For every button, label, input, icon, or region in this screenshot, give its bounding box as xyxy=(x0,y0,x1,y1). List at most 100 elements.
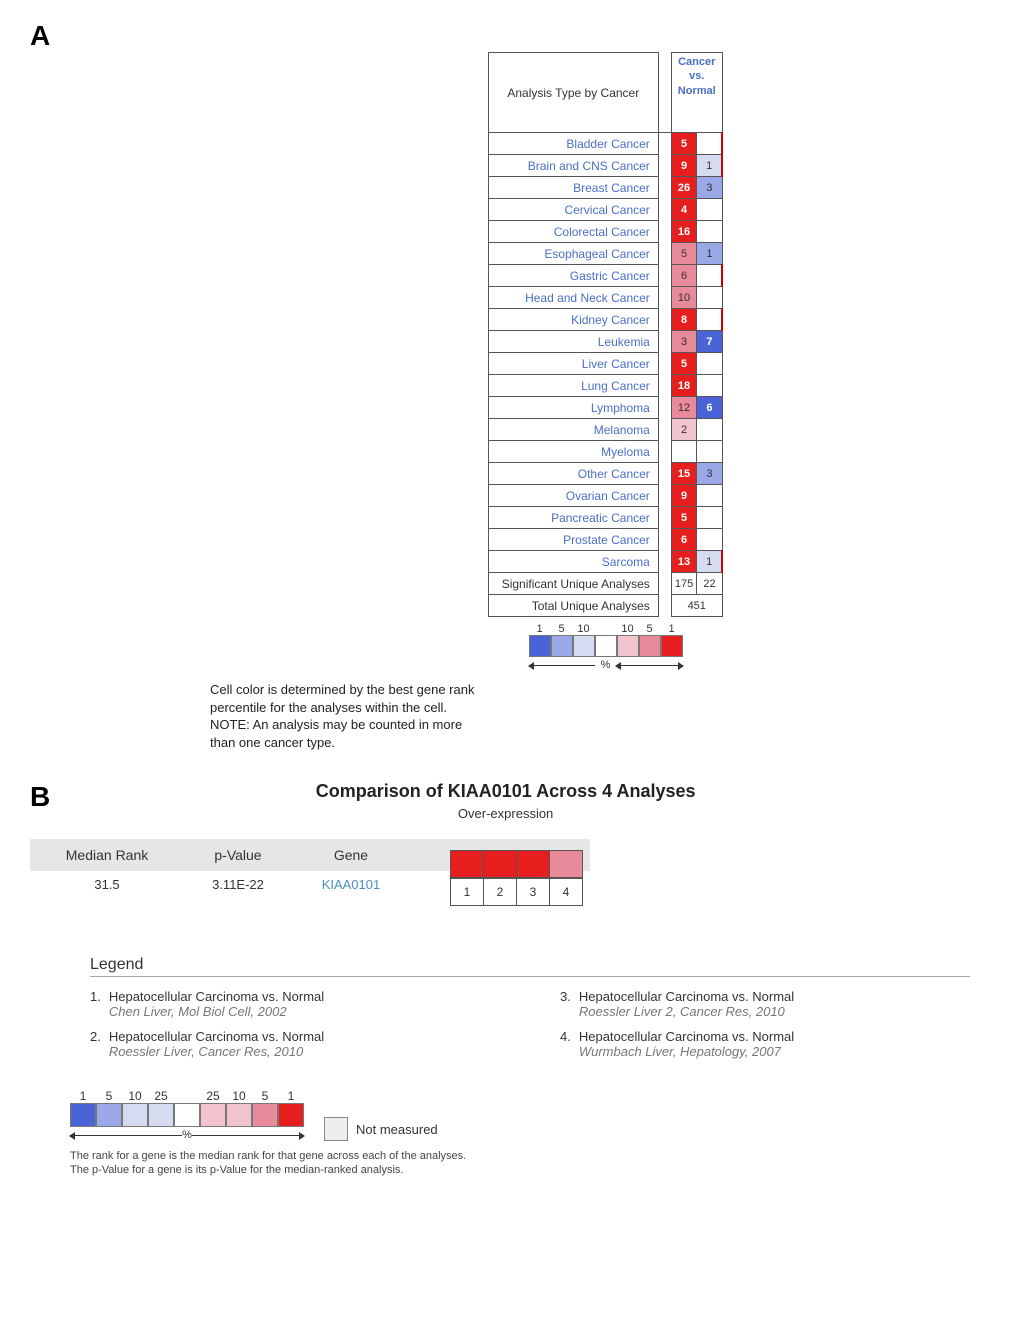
cancer-type-link[interactable]: Sarcoma xyxy=(488,551,658,573)
cancer-type-link[interactable]: Brain and CNS Cancer xyxy=(488,155,658,177)
legend-swatch-icon xyxy=(551,635,573,657)
legend-swatch-icon xyxy=(661,635,683,657)
under-value xyxy=(697,507,722,529)
table-header-spacer xyxy=(658,53,671,133)
legend-tick: 10 xyxy=(573,623,595,635)
cancer-type-link[interactable]: Ovarian Cancer xyxy=(488,485,658,507)
panel-b: B Comparison of KIAA0101 Across 4 Analys… xyxy=(30,781,1001,1178)
under-value xyxy=(697,441,722,463)
over-value: 15 xyxy=(671,463,696,485)
sig-analyses-label: Significant Unique Analyses xyxy=(488,573,658,595)
over-value: 4 xyxy=(671,199,696,221)
legend-swatch-icon xyxy=(278,1103,304,1127)
heat-cell xyxy=(484,850,517,878)
heat-strip: 1234 xyxy=(450,850,1001,906)
table-row: Colorectal Cancer16 xyxy=(488,221,722,243)
legend-item: 4.Hepatocellular Carcinoma vs. NormalWur… xyxy=(560,1029,970,1059)
cancer-type-link[interactable]: Other Cancer xyxy=(488,463,658,485)
cancer-type-link[interactable]: Kidney Cancer xyxy=(488,309,658,331)
legend-tick: 10 xyxy=(226,1089,252,1103)
panel-b-title: Comparison of KIAA0101 Across 4 Analyses xyxy=(110,781,901,802)
under-value xyxy=(697,375,722,397)
under-value: 3 xyxy=(697,177,722,199)
cancer-type-link[interactable]: Gastric Cancer xyxy=(488,265,658,287)
cancer-type-link[interactable]: Liver Cancer xyxy=(488,353,658,375)
col-median-rank: Median Rank xyxy=(30,839,184,871)
under-value xyxy=(697,199,722,221)
legend-tick: 10 xyxy=(122,1089,148,1103)
cancer-type-link[interactable]: Prostate Cancer xyxy=(488,529,658,551)
legend-swatch-icon xyxy=(96,1103,122,1127)
cancer-type-link[interactable]: Esophageal Cancer xyxy=(488,243,658,265)
under-value xyxy=(697,287,722,309)
over-value: 5 xyxy=(671,243,696,265)
panel-a: A xyxy=(30,20,1001,52)
under-value: 1 xyxy=(697,155,722,177)
legend-swatch-icon xyxy=(200,1103,226,1127)
under-value xyxy=(697,485,722,507)
col-gene: Gene xyxy=(292,839,410,871)
over-value: 2 xyxy=(671,419,696,441)
legend-swatch-icon xyxy=(617,635,639,657)
panel-b-subtitle: Over-expression xyxy=(110,806,901,821)
table-row: Head and Neck Cancer10 xyxy=(488,287,722,309)
cancer-type-link[interactable]: Cervical Cancer xyxy=(488,199,658,221)
legend-tick: 5 xyxy=(252,1089,278,1103)
cancer-type-link[interactable]: Bladder Cancer xyxy=(488,133,658,155)
under-value: 3 xyxy=(697,463,722,485)
legend-b-title: Legend xyxy=(90,956,970,977)
legend-tick: 1 xyxy=(278,1089,304,1103)
under-value: 6 xyxy=(697,397,722,419)
under-value: 1 xyxy=(697,551,722,573)
legend-scale-b: 151025251051 % Not measured xyxy=(70,1089,1001,1141)
gene-link[interactable]: KIAA0101 xyxy=(292,871,410,898)
legend-b-items: 1.Hepatocellular Carcinoma vs. NormalChe… xyxy=(90,989,970,1059)
cancer-type-link[interactable]: Breast Cancer xyxy=(488,177,658,199)
legend-b-pct: % xyxy=(182,1129,192,1141)
cancer-type-link[interactable]: Lymphoma xyxy=(488,397,658,419)
legend-item: 3.Hepatocellular Carcinoma vs. NormalRoe… xyxy=(560,989,970,1019)
legend-tick: 5 xyxy=(551,623,573,635)
cancer-type-link[interactable]: Head and Neck Cancer xyxy=(488,287,658,309)
table-row: Lung Cancer 18 xyxy=(488,375,722,397)
under-value: 7 xyxy=(697,331,722,353)
table-row: Prostate Cancer6 xyxy=(488,529,722,551)
cancer-type-link[interactable]: Melanoma xyxy=(488,419,658,441)
heat-cell-label: 2 xyxy=(484,878,517,906)
cancer-type-link[interactable]: Myeloma xyxy=(488,441,658,463)
panel-b-label: B xyxy=(30,781,50,813)
over-value: 18 xyxy=(671,375,696,397)
under-value xyxy=(697,529,722,551)
over-value: 3 xyxy=(671,331,696,353)
legend-swatch-icon xyxy=(148,1103,174,1127)
under-value: 1 xyxy=(697,243,722,265)
legend-tick xyxy=(174,1089,200,1103)
legend-tick xyxy=(595,623,617,635)
table-row: Breast Cancer 263 xyxy=(488,177,722,199)
table-row: Liver Cancer5 xyxy=(488,353,722,375)
over-value: 26 xyxy=(671,177,696,199)
cancer-type-link[interactable]: Colorectal Cancer xyxy=(488,221,658,243)
legend-tick: 5 xyxy=(96,1089,122,1103)
table-row: Ovarian Cancer9 xyxy=(488,485,722,507)
legend-tick: 25 xyxy=(200,1089,226,1103)
table-row: Myeloma xyxy=(488,441,722,463)
cancer-type-link[interactable]: Leukemia xyxy=(488,331,658,353)
table-row: Lymphoma126 xyxy=(488,397,722,419)
panel-a-label: A xyxy=(30,20,50,52)
p-value: 3.11E-22 xyxy=(184,871,292,898)
cancer-type-link[interactable]: Lung Cancer xyxy=(488,375,658,397)
under-value xyxy=(697,265,722,287)
heat-cell xyxy=(517,850,550,878)
legend-swatch-icon xyxy=(122,1103,148,1127)
not-measured-box-icon xyxy=(324,1117,348,1141)
legend-tick: 5 xyxy=(639,623,661,635)
table-row: Pancreatic Cancer5 xyxy=(488,507,722,529)
sig-under-value: 22 xyxy=(697,573,722,595)
cancer-type-link[interactable]: Pancreatic Cancer xyxy=(488,507,658,529)
col-p-value: p-Value xyxy=(184,839,292,871)
cancer-summary-table: Analysis Type by Cancer Cancer vs. Norma… xyxy=(488,52,723,617)
legend-swatch-icon xyxy=(70,1103,96,1127)
table-row: Kidney Cancer8 xyxy=(488,309,722,331)
table-row: Gastric Cancer6 xyxy=(488,265,722,287)
